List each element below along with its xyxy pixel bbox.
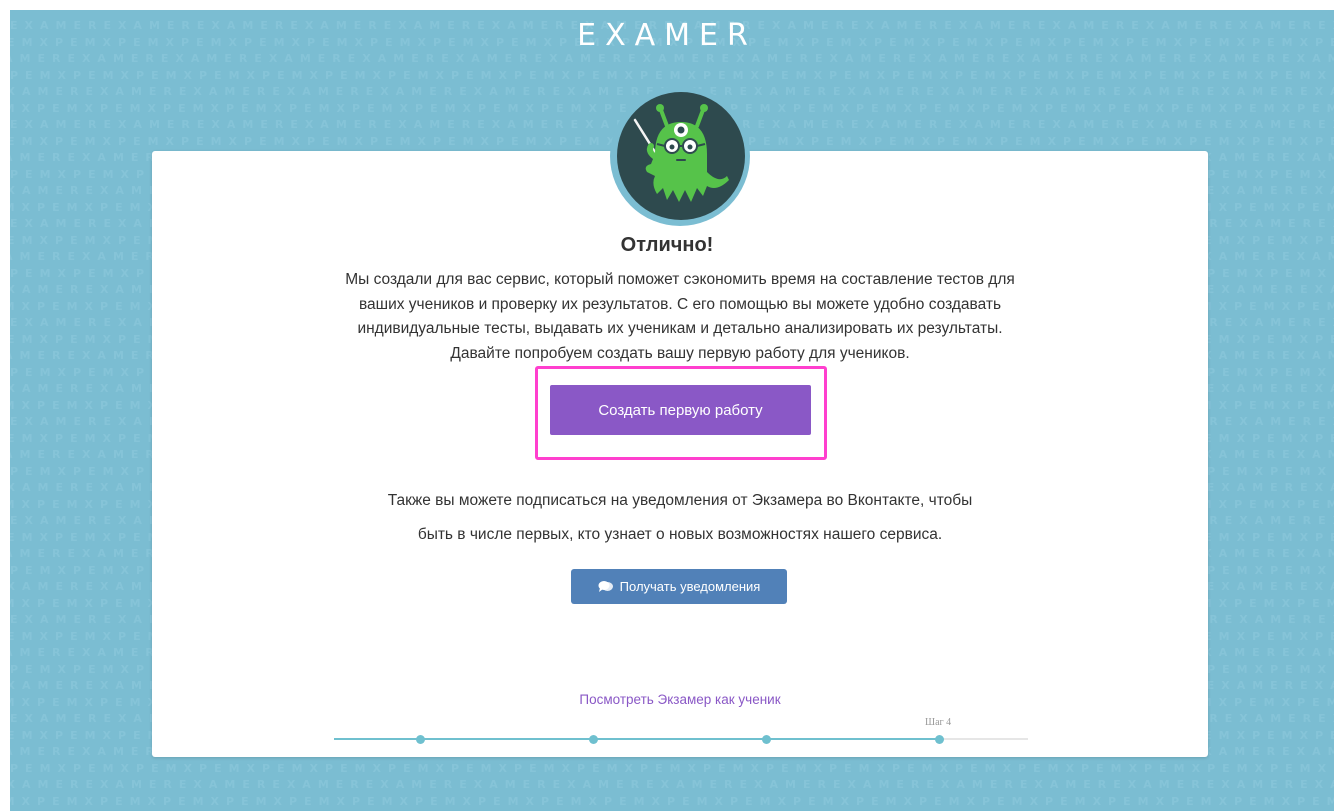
note-line: быть в числе первых, кто узнает о новых … xyxy=(417,526,943,543)
progress-step-1 xyxy=(416,734,425,744)
progress-step-4 xyxy=(935,734,944,744)
chat-bubbles-icon xyxy=(598,580,614,593)
intro-line: Давайте попробуем создать вашу первую ра… xyxy=(450,344,910,362)
intro-line: ваших учеников и проверку их результатов… xyxy=(358,295,1002,313)
pattern-row: EXAMEREXAMEREXAMEREXAMEREXAMEREXAMEREXAM… xyxy=(10,52,1334,65)
get-notifications-button[interactable]: Получать уведомления xyxy=(571,569,787,604)
page-title: Отлично! xyxy=(620,234,714,256)
examer-logo: EXAMER xyxy=(577,18,757,53)
view-as-student-link[interactable]: Посмотреть Экзамер как ученик xyxy=(0,692,1334,707)
create-first-work-button[interactable]: Создать первую работу xyxy=(550,385,811,435)
get-notifications-label: Получать уведомления xyxy=(619,579,761,594)
step-label: Шаг 4 xyxy=(925,717,952,728)
pattern-row: PEMXPEMXPEMXPEMXPEMXPEMXPEMXPEMXPEMXPEMX… xyxy=(10,68,1334,82)
progress-step-2 xyxy=(589,734,598,744)
vk-subscribe-note: Также вы можете подписаться на уведомлен… xyxy=(300,484,1060,552)
intro-description: Мы создали для вас сервис, который помож… xyxy=(290,268,1070,366)
alien-teacher-mascot-icon xyxy=(617,92,745,220)
intro-line: индивидуальные тесты, выдавать их ученик… xyxy=(357,320,1003,337)
progress-step-3 xyxy=(762,734,771,744)
note-line: Также вы можете подписаться на уведомлен… xyxy=(387,492,973,509)
pattern-row: PEMXPEMXPEMXPEMXPEMXPEMXPEMXPEMXPEMXPEMX… xyxy=(10,794,1334,808)
intro-line: Мы создали для вас сервис, который помож… xyxy=(345,271,1015,288)
pattern-row: EXAMEREXAMEREXAMEREXAMEREXAMEREXAMEREXAM… xyxy=(10,778,1334,791)
pattern-row: PEMXPEMXPEMXPEMXPEMXPEMXPEMXPEMXPEMXPEMX… xyxy=(10,761,1334,775)
